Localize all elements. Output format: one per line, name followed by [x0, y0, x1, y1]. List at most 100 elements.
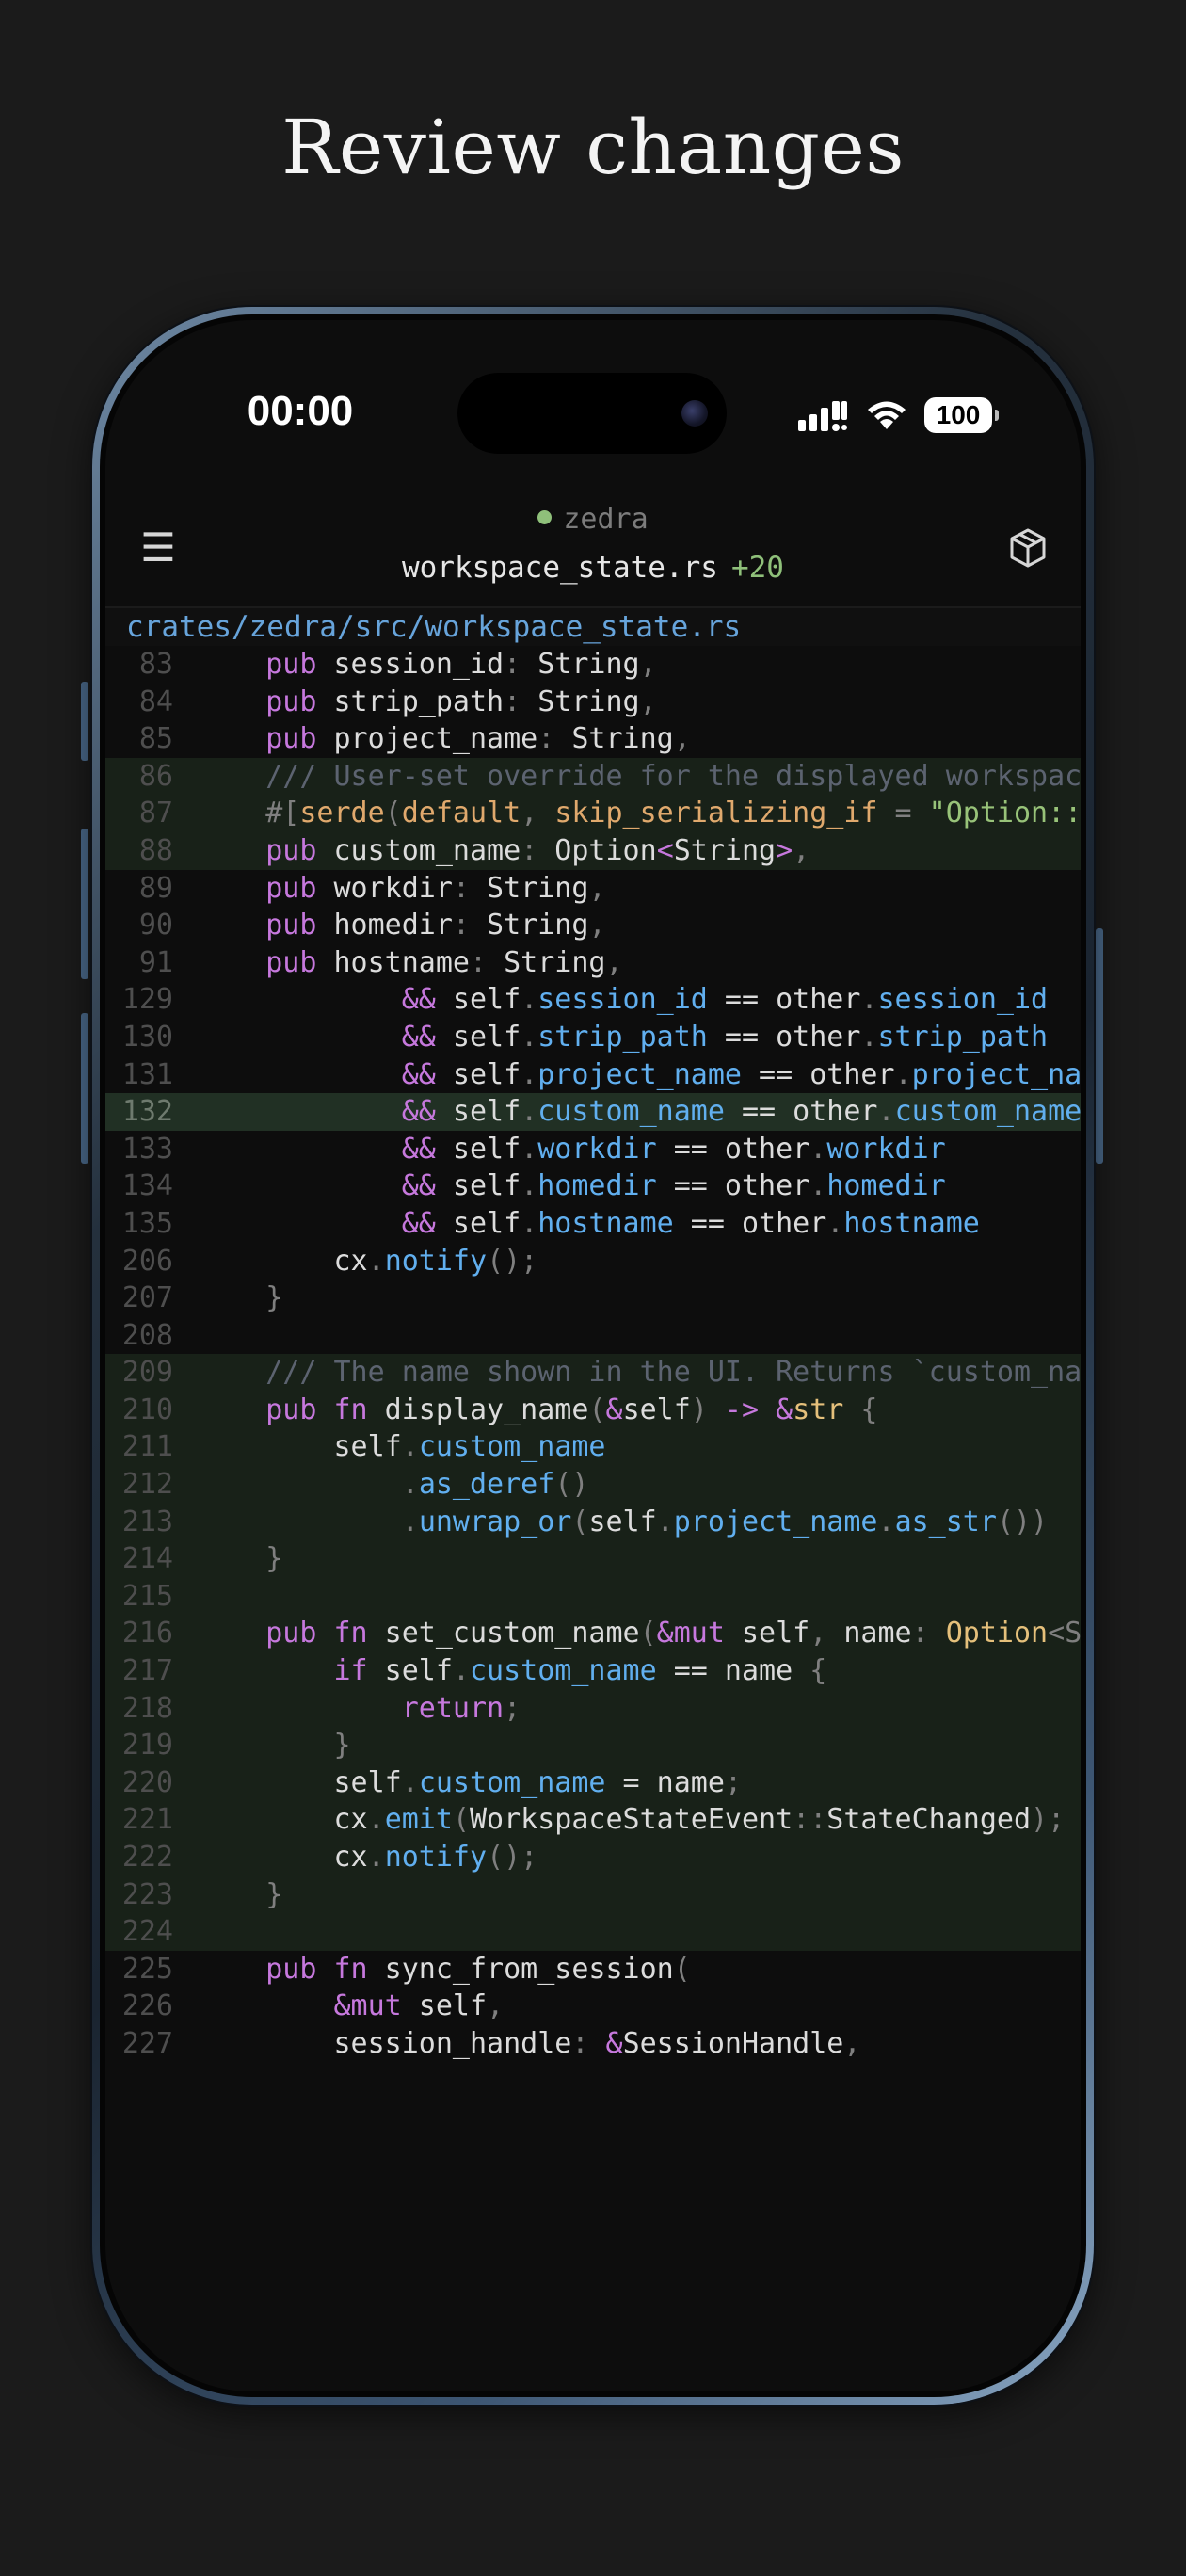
code-token: cx [333, 1244, 368, 1278]
code-token: . [401, 1430, 419, 1464]
cellular-signal-icon [798, 401, 847, 431]
line-number: 209 [121, 1356, 173, 1390]
line-number: 218 [121, 1691, 173, 1725]
code-line-added: 209 /// The name shown in the UI. Return… [105, 1354, 1081, 1392]
camera-icon [681, 400, 708, 427]
code-line: 91 pub hostname: String, [105, 944, 1081, 982]
code-token: && [401, 1095, 436, 1129]
code-token: . [521, 1095, 538, 1129]
code-token: set_custom_name [367, 1617, 640, 1650]
line-number: 217 [121, 1654, 173, 1688]
code-view[interactable]: 83 pub session_id: String, 84 pub strip_p… [105, 646, 1081, 2063]
code-line-added: 217 if self.custom_name == name { [105, 1652, 1081, 1690]
workspace-label: zedra [105, 503, 1081, 536]
code-token: : [911, 1617, 929, 1650]
line-source: && self.workdir == other.workdir [198, 1131, 946, 1168]
code-line-added: 224 [105, 1913, 1081, 1951]
code-token: other [707, 1132, 810, 1166]
code-token: ()) [996, 1505, 1049, 1538]
code-token: strip_path [877, 1020, 1049, 1054]
code-token: . [809, 1132, 827, 1166]
code-token: ; [724, 1765, 742, 1799]
code-token: custom_name [418, 1765, 606, 1799]
code-token: ) [690, 1393, 708, 1426]
line-number: 222 [121, 1841, 173, 1874]
volume-up-button[interactable] [81, 829, 88, 979]
line-source: && self.homedir == other.homedir [198, 1167, 946, 1205]
code-token: cx [333, 1841, 368, 1874]
line-number: 135 [121, 1206, 173, 1240]
code-token: & [588, 2026, 623, 2060]
power-button[interactable] [1096, 928, 1103, 1164]
code-line-added: 223 } [105, 1876, 1081, 1914]
line-source: pub homedir: String, [198, 907, 605, 944]
line-number: 223 [121, 1877, 173, 1911]
code-line: 227 session_handle: &SessionHandle, [105, 2025, 1081, 2063]
code-token: == [742, 1057, 793, 1091]
line-number: 208 [121, 1318, 173, 1352]
code-token: : [504, 684, 521, 718]
code-token: (); [487, 1841, 538, 1874]
code-token: self [435, 1095, 521, 1129]
line-source: pub hostname: String, [198, 944, 623, 982]
code-token: custom_name [470, 1654, 657, 1688]
code-line: 131 && self.project_name == other.projec… [105, 1056, 1081, 1094]
code-token: strip_path [537, 1020, 708, 1054]
code-token: #[ [265, 797, 300, 830]
code-token: return [401, 1691, 505, 1725]
code-token: & [605, 1393, 623, 1426]
code-token: fn [316, 1393, 368, 1426]
code-line-added: 88 pub custom_name: Option<String>, [105, 831, 1081, 870]
line-source: && self.hostname == other.hostname [198, 1205, 980, 1243]
code-token: : [452, 909, 470, 942]
code-token: } [265, 1877, 283, 1911]
code-line: 85 pub project_name: String, [105, 720, 1081, 758]
line-source: } [198, 1280, 282, 1317]
code-token: . [894, 1057, 912, 1091]
code-token: pub [265, 909, 317, 942]
code-token: emit [384, 1803, 453, 1837]
code-token: self [333, 1430, 402, 1464]
page-headline: Review changes [281, 104, 905, 191]
code-token: , [605, 945, 623, 979]
code-token: sync_from_session [367, 1952, 674, 1986]
line-source: pub strip_path: String, [198, 684, 656, 721]
code-token: self [435, 1169, 521, 1203]
line-number: 219 [121, 1729, 173, 1763]
line-source: .as_deref() [198, 1466, 589, 1504]
code-line-added: 218 return; [105, 1689, 1081, 1728]
volume-down-button[interactable] [81, 1013, 88, 1164]
code-token: as_deref [418, 1468, 555, 1502]
line-number: 225 [121, 1952, 173, 1986]
line-source: &mut self, [198, 1988, 505, 2025]
code-line: 133 && self.workdir == other.workdir [105, 1131, 1081, 1168]
code-line: 135 && self.hostname == other.hostname [105, 1205, 1081, 1243]
code-line: 134 && self.homedir == other.homedir [105, 1167, 1081, 1205]
code-token: WorkspaceStateEvent [470, 1803, 793, 1837]
file-title[interactable]: workspace_state.rs +20 [105, 551, 1081, 585]
package-box-icon[interactable] [1005, 525, 1050, 571]
code-token: default [401, 797, 521, 830]
line-number: 212 [121, 1468, 173, 1502]
code-token: serde [299, 797, 385, 830]
code-token: session_id [537, 983, 708, 1017]
code-token: homedir [537, 1169, 657, 1203]
code-token: } [333, 1729, 351, 1763]
code-token: () [554, 1468, 589, 1502]
code-token: && [401, 1020, 436, 1054]
code-token: cx [333, 1803, 368, 1837]
action-button[interactable] [81, 682, 88, 761]
code-token: name [639, 1765, 725, 1799]
nav-bar: ☰ zedra workspace_state.rs +20 [105, 490, 1081, 608]
code-token: . [521, 1132, 538, 1166]
line-source: && self.session_id == other.session_id [198, 981, 1048, 1019]
